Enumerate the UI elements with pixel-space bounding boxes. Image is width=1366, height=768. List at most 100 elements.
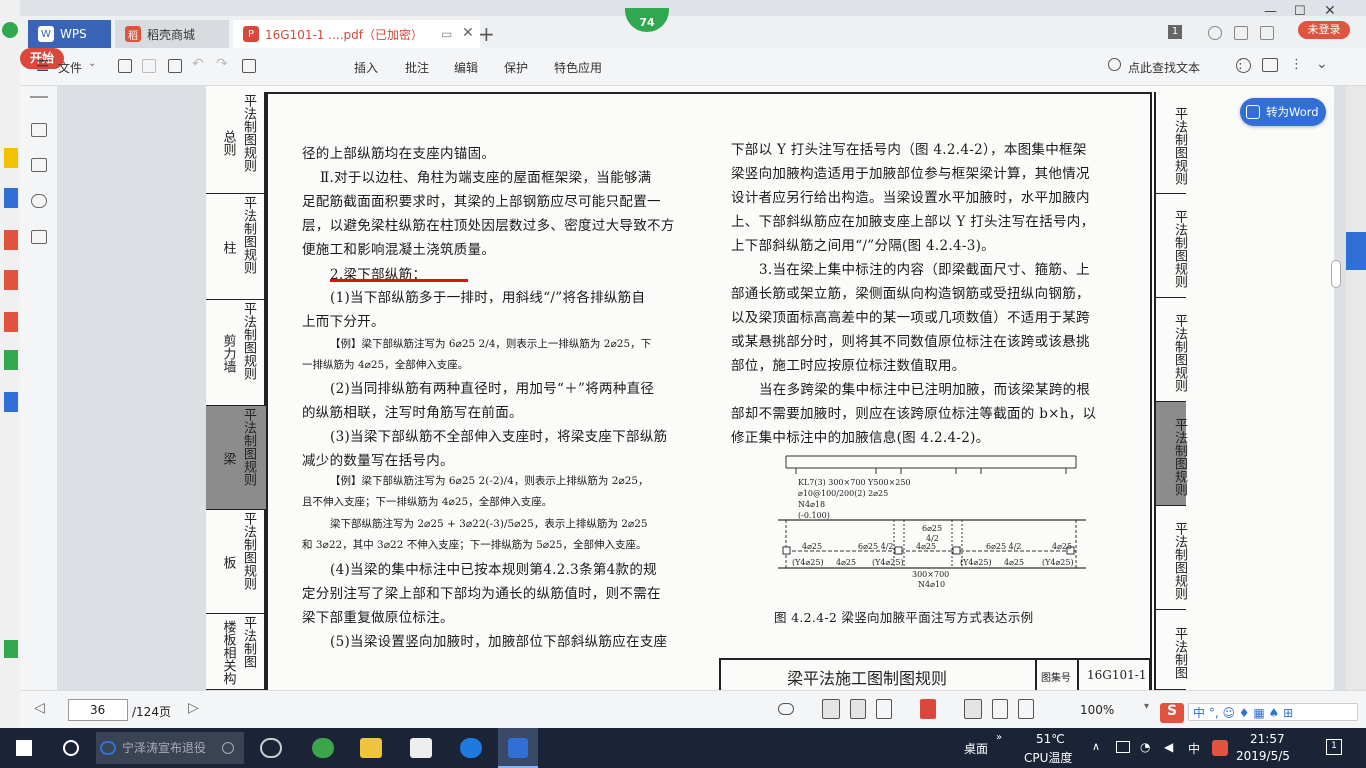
figure-label: 6⌀25 4/2 <box>858 542 894 551</box>
wps-taskbar-button[interactable] <box>498 728 538 768</box>
body-text: 部位，施工时应按原位标注数值取用。 <box>731 358 966 374</box>
floating-badge[interactable]: 74 <box>625 8 669 32</box>
fit-width-icon[interactable] <box>1018 699 1034 719</box>
red-underline-annotation[interactable] <box>330 279 468 282</box>
double-page-icon[interactable] <box>876 699 892 719</box>
minimize-icon[interactable]: — <box>1264 4 1277 19</box>
undo-icon[interactable]: ↶ <box>192 56 204 72</box>
menu-icon[interactable]: ☰ <box>36 57 49 75</box>
tab-insert[interactable]: 插入 <box>354 59 378 76</box>
notification-icon[interactable]: 1 <box>1326 739 1342 755</box>
app-icon[interactable] <box>2 22 18 38</box>
window-count-icon[interactable]: 1 <box>1168 25 1182 39</box>
fit-page-icon[interactable] <box>992 699 1008 719</box>
chevron-icon[interactable]: » <box>996 732 1002 743</box>
clock-time[interactable]: 21:57 <box>1250 732 1285 746</box>
tab-edit[interactable]: 编辑 <box>454 59 478 76</box>
redo-icon[interactable]: ↷ <box>216 56 228 72</box>
open-icon[interactable] <box>118 59 132 73</box>
print-icon[interactable] <box>168 59 182 73</box>
task-view-icon[interactable] <box>260 738 282 758</box>
close-window-icon[interactable]: ✕ <box>1324 3 1336 19</box>
tab-shop[interactable]: 稻 稻壳商城 <box>115 20 229 48</box>
save-icon[interactable] <box>142 59 156 73</box>
play-icon[interactable] <box>920 699 936 719</box>
app-icon[interactable] <box>4 392 18 412</box>
login-button[interactable]: 未登录 <box>1298 21 1350 39</box>
tab-window-icon[interactable]: ▭ <box>441 27 452 41</box>
tray-icon[interactable] <box>1116 741 1130 753</box>
collapse-chevron-icon[interactable]: ⌄ <box>1316 56 1328 72</box>
comment-icon[interactable] <box>1262 58 1278 72</box>
actual-size-icon[interactable] <box>964 699 982 719</box>
shirt-icon[interactable] <box>1234 26 1248 40</box>
tab-wps[interactable]: W WPS <box>28 20 111 48</box>
new-tab-icon[interactable]: + <box>478 22 495 46</box>
sogou-ime-icon[interactable]: S <box>1160 703 1184 723</box>
index-cell: 平法制图 <box>1156 610 1187 690</box>
index-cell: 平法制图规则 <box>1156 506 1187 610</box>
chevron-down-icon[interactable]: ⌄ <box>88 58 96 69</box>
continuous-page-icon[interactable] <box>850 699 866 719</box>
body-text: 当在多跨梁的集中标注中已注明加腋，而该梁某跨的根 <box>759 382 1091 398</box>
convert-to-word-button[interactable]: 转为Word <box>1240 98 1326 126</box>
find-text-input[interactable]: 点此查找文本 <box>1128 59 1200 76</box>
floating-widget[interactable] <box>1346 232 1366 270</box>
gear-icon[interactable] <box>1236 58 1251 73</box>
browser-360-icon[interactable] <box>312 738 334 758</box>
file-explorer-icon[interactable] <box>360 738 382 758</box>
maximize-icon[interactable]: ☐ <box>1294 4 1306 19</box>
app-icon[interactable] <box>4 312 18 332</box>
tab-special[interactable]: 特色应用 <box>554 59 602 76</box>
outline-icon[interactable] <box>31 123 47 137</box>
clock-date[interactable]: 2019/5/5 <box>1236 749 1290 763</box>
page-number-input[interactable]: 36 <box>68 699 128 721</box>
single-page-icon[interactable] <box>822 699 840 719</box>
total-pages: /124页 <box>132 705 171 719</box>
body-text: (2)当同排纵筋有两种直径时，用加号“＋”将两种直径 <box>330 381 655 397</box>
desktop-label[interactable]: 桌面 <box>964 740 988 757</box>
app-icon[interactable] <box>4 270 18 290</box>
tab-protect[interactable]: 保护 <box>504 59 528 76</box>
windows-start-icon[interactable] <box>16 740 32 756</box>
zoom-level[interactable]: 100% <box>1080 703 1114 717</box>
figure-label: 4⌀25 <box>836 558 857 567</box>
skin-icon[interactable] <box>1208 26 1222 40</box>
cortana-icon[interactable] <box>63 740 79 756</box>
network-icon[interactable]: ◔ <box>1140 740 1150 754</box>
ime-toolbar[interactable]: 中 °, ☺ ♦ ▦ ♠ ⊞ <box>1188 703 1358 721</box>
file-menu[interactable]: 文件 <box>58 59 82 76</box>
app-icon[interactable] <box>4 188 18 208</box>
volume-icon[interactable]: ◀ <box>1164 740 1173 754</box>
ime-indicator[interactable]: 中 <box>1188 740 1200 757</box>
app-icon[interactable] <box>4 640 18 658</box>
prev-page-icon[interactable]: ◁ <box>34 700 45 716</box>
annotation-icon[interactable] <box>31 230 47 244</box>
app-icon[interactable] <box>4 350 18 370</box>
thumbnail-icon[interactable] <box>31 158 47 172</box>
zoom-dropdown-icon[interactable]: ▾ <box>1144 701 1149 712</box>
edge-icon[interactable] <box>460 738 482 758</box>
search-icon[interactable] <box>1108 58 1121 71</box>
export-icon[interactable] <box>242 59 256 73</box>
scrollbar-thumb[interactable] <box>1331 260 1341 288</box>
tab-annotate[interactable]: 批注 <box>405 59 429 76</box>
vertical-scrollbar[interactable] <box>1346 86 1366 690</box>
eye-icon[interactable] <box>778 703 794 715</box>
title-block: 梁平法施工图制图规则 图集号 16G101-1 <box>719 658 1151 690</box>
app-icon[interactable] <box>4 230 18 250</box>
panel-handle[interactable] <box>30 96 48 98</box>
index-title: 楼板相关构 <box>220 619 236 685</box>
next-page-icon[interactable]: ▷ <box>188 700 199 716</box>
mail-icon[interactable] <box>410 738 432 758</box>
body-text: 或某悬挑部分时，则将其不同数值原位标注在该跨或该悬挑 <box>731 334 1090 350</box>
app-icon[interactable] <box>4 148 18 168</box>
more-icon[interactable]: ⋮ <box>1290 57 1303 72</box>
taskbar-search[interactable]: 宁泽涛宣布退役 <box>96 732 244 764</box>
bookmark-icon[interactable] <box>31 194 47 208</box>
close-tab-icon[interactable]: ✕ <box>462 25 474 41</box>
tab-pdf[interactable]: P 16G101-1 ....pdf（已加密） ▭ ✕ <box>233 20 480 48</box>
tray-expand-icon[interactable]: ∧ <box>1092 740 1100 753</box>
sogou-tray-icon[interactable] <box>1212 740 1228 756</box>
share-icon[interactable] <box>1260 26 1274 40</box>
